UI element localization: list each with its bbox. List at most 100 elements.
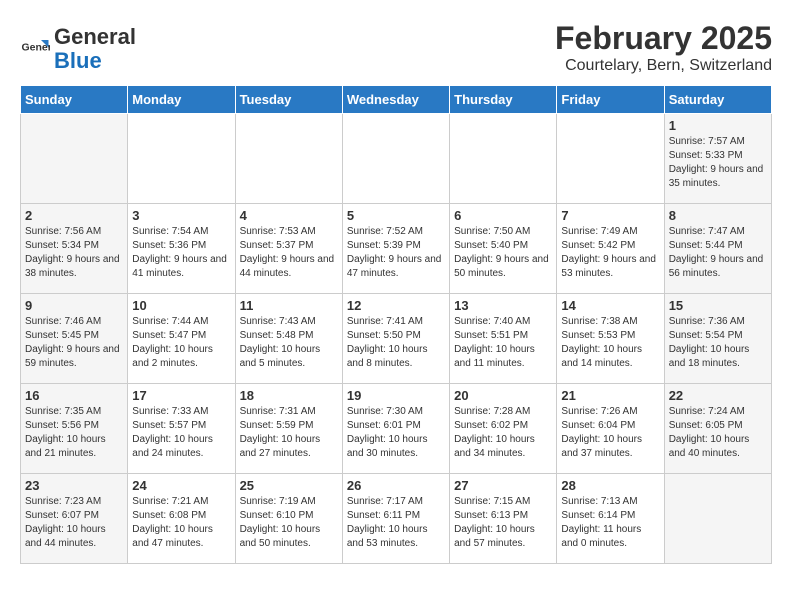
day-info: Sunrise: 7:35 AMSunset: 5:56 PMDaylight:…: [25, 405, 123, 461]
weekday-header-row: SundayMondayTuesdayWednesdayThursdayFrid…: [21, 86, 772, 114]
calendar-cell: 17 Sunrise: 7:33 AMSunset: 5:57 PMDayligh…: [128, 384, 235, 474]
day-info: Sunrise: 7:19 AMSunset: 6:10 PMDaylight:…: [240, 495, 338, 551]
day-number: 22: [669, 388, 767, 403]
location: Courtelary, Bern, Switzerland: [555, 57, 772, 75]
calendar-cell: 13Sunrise: 7:40 AMSunset: 5:51 PMDayligh…: [450, 294, 557, 384]
day-info: Sunrise: 7:24 AMSunset: 6:05 PMDaylight:…: [669, 405, 767, 461]
day-info: Sunrise: 7:23 AMSunset: 6:07 PMDaylight:…: [25, 495, 123, 551]
day-number: 6: [454, 208, 552, 223]
calendar-cell: 11 Sunrise: 7:43 AMSunset: 5:48 PMDayligh…: [235, 294, 342, 384]
weekday-header-wednesday: Wednesday: [342, 86, 449, 114]
weekday-header-monday: Monday: [128, 86, 235, 114]
day-number: 18: [240, 388, 338, 403]
day-number: 16: [25, 388, 123, 403]
calendar-cell: 12 Sunrise: 7:41 AMSunset: 5:50 PMDayligh…: [342, 294, 449, 384]
logo-text: GeneralBlue: [54, 25, 136, 73]
calendar-table: SundayMondayTuesdayWednesdayThursdayFrid…: [20, 85, 772, 564]
calendar-cell: [450, 114, 557, 204]
day-info: Sunrise: 7:56 AMSunset: 5:34 PMDaylight:…: [25, 225, 123, 281]
title-section: February 2025 Courtelary, Bern, Switzerl…: [555, 20, 772, 75]
calendar-week-3: 9Sunrise: 7:46 AMSunset: 5:45 PMDaylight…: [21, 294, 772, 384]
weekday-header-tuesday: Tuesday: [235, 86, 342, 114]
weekday-header-sunday: Sunday: [21, 86, 128, 114]
day-info: Sunrise: 7:13 AMSunset: 6:14 PMDaylight:…: [561, 495, 659, 551]
day-info: Sunrise: 7:31 AMSunset: 5:59 PMDaylight:…: [240, 405, 338, 461]
calendar-cell: 22 Sunrise: 7:24 AMSunset: 6:05 PMDayligh…: [664, 384, 771, 474]
logo: General GeneralBlue: [20, 25, 136, 73]
day-number: 4: [240, 208, 338, 223]
calendar-cell: 9Sunrise: 7:46 AMSunset: 5:45 PMDaylight…: [21, 294, 128, 384]
day-info: Sunrise: 7:36 AMSunset: 5:54 PMDaylight:…: [669, 315, 767, 371]
calendar-cell: 18 Sunrise: 7:31 AMSunset: 5:59 PMDayligh…: [235, 384, 342, 474]
day-info: Sunrise: 7:47 AMSunset: 5:44 PMDaylight:…: [669, 225, 767, 281]
day-number: 17: [132, 388, 230, 403]
calendar-cell: [235, 114, 342, 204]
calendar-cell: 7 Sunrise: 7:49 AMSunset: 5:42 PMDaylight…: [557, 204, 664, 294]
calendar-week-1: 1 Sunrise: 7:57 AMSunset: 5:33 PMDaylight…: [21, 114, 772, 204]
calendar-cell: 24 Sunrise: 7:21 AMSunset: 6:08 PMDayligh…: [128, 474, 235, 564]
header: General GeneralBlue February 2025 Courte…: [20, 20, 772, 75]
calendar-cell: 5 Sunrise: 7:52 AMSunset: 5:39 PMDaylight…: [342, 204, 449, 294]
day-info: Sunrise: 7:40 AMSunset: 5:51 PMDaylight:…: [454, 315, 552, 371]
calendar-cell: 26 Sunrise: 7:17 AMSunset: 6:11 PMDayligh…: [342, 474, 449, 564]
day-info: Sunrise: 7:43 AMSunset: 5:48 PMDaylight:…: [240, 315, 338, 371]
day-info: Sunrise: 7:33 AMSunset: 5:57 PMDaylight:…: [132, 405, 230, 461]
day-info: Sunrise: 7:28 AMSunset: 6:02 PMDaylight:…: [454, 405, 552, 461]
calendar-cell: 27Sunrise: 7:15 AMSunset: 6:13 PMDayligh…: [450, 474, 557, 564]
calendar-cell: 10 Sunrise: 7:44 AMSunset: 5:47 PMDayligh…: [128, 294, 235, 384]
day-info: Sunrise: 7:17 AMSunset: 6:11 PMDaylight:…: [347, 495, 445, 551]
day-number: 21: [561, 388, 659, 403]
calendar-cell: 1 Sunrise: 7:57 AMSunset: 5:33 PMDaylight…: [664, 114, 771, 204]
day-info: Sunrise: 7:53 AMSunset: 5:37 PMDaylight:…: [240, 225, 338, 281]
day-number: 19: [347, 388, 445, 403]
day-number: 26: [347, 478, 445, 493]
day-number: 23: [25, 478, 123, 493]
day-number: 11: [240, 298, 338, 313]
calendar-cell: 19 Sunrise: 7:30 AMSunset: 6:01 PMDayligh…: [342, 384, 449, 474]
calendar-cell: 3 Sunrise: 7:54 AMSunset: 5:36 PMDaylight…: [128, 204, 235, 294]
weekday-header-friday: Friday: [557, 86, 664, 114]
day-number: 7: [561, 208, 659, 223]
day-number: 1: [669, 118, 767, 133]
day-number: 24: [132, 478, 230, 493]
day-number: 12: [347, 298, 445, 313]
day-number: 10: [132, 298, 230, 313]
weekday-header-thursday: Thursday: [450, 86, 557, 114]
day-info: Sunrise: 7:21 AMSunset: 6:08 PMDaylight:…: [132, 495, 230, 551]
calendar-cell: 15 Sunrise: 7:36 AMSunset: 5:54 PMDayligh…: [664, 294, 771, 384]
calendar-cell: 14 Sunrise: 7:38 AMSunset: 5:53 PMDayligh…: [557, 294, 664, 384]
weekday-header-saturday: Saturday: [664, 86, 771, 114]
day-number: 28: [561, 478, 659, 493]
day-number: 15: [669, 298, 767, 313]
calendar-cell: [557, 114, 664, 204]
day-number: 5: [347, 208, 445, 223]
day-info: Sunrise: 7:38 AMSunset: 5:53 PMDaylight:…: [561, 315, 659, 371]
calendar-cell: 4 Sunrise: 7:53 AMSunset: 5:37 PMDaylight…: [235, 204, 342, 294]
calendar-cell: [664, 474, 771, 564]
day-number: 3: [132, 208, 230, 223]
day-info: Sunrise: 7:52 AMSunset: 5:39 PMDaylight:…: [347, 225, 445, 281]
calendar-cell: [128, 114, 235, 204]
calendar-cell: 16 Sunrise: 7:35 AMSunset: 5:56 PMDayligh…: [21, 384, 128, 474]
month-year: February 2025: [555, 20, 772, 57]
day-info: Sunrise: 7:41 AMSunset: 5:50 PMDaylight:…: [347, 315, 445, 371]
day-info: Sunrise: 7:30 AMSunset: 6:01 PMDaylight:…: [347, 405, 445, 461]
day-info: Sunrise: 7:44 AMSunset: 5:47 PMDaylight:…: [132, 315, 230, 371]
calendar-week-4: 16 Sunrise: 7:35 AMSunset: 5:56 PMDayligh…: [21, 384, 772, 474]
day-number: 20: [454, 388, 552, 403]
calendar-cell: 6Sunrise: 7:50 AMSunset: 5:40 PMDaylight…: [450, 204, 557, 294]
calendar-week-5: 23 Sunrise: 7:23 AMSunset: 6:07 PMDayligh…: [21, 474, 772, 564]
day-info: Sunrise: 7:49 AMSunset: 5:42 PMDaylight:…: [561, 225, 659, 281]
calendar-cell: [342, 114, 449, 204]
day-number: 14: [561, 298, 659, 313]
calendar-cell: 20 Sunrise: 7:28 AMSunset: 6:02 PMDayligh…: [450, 384, 557, 474]
logo-icon: General: [20, 34, 50, 64]
day-number: 8: [669, 208, 767, 223]
calendar-cell: 23 Sunrise: 7:23 AMSunset: 6:07 PMDayligh…: [21, 474, 128, 564]
day-info: Sunrise: 7:26 AMSunset: 6:04 PMDaylight:…: [561, 405, 659, 461]
calendar-cell: 2Sunrise: 7:56 AMSunset: 5:34 PMDaylight…: [21, 204, 128, 294]
day-info: Sunrise: 7:54 AMSunset: 5:36 PMDaylight:…: [132, 225, 230, 281]
calendar-week-2: 2Sunrise: 7:56 AMSunset: 5:34 PMDaylight…: [21, 204, 772, 294]
day-info: Sunrise: 7:57 AMSunset: 5:33 PMDaylight:…: [669, 135, 767, 191]
calendar-cell: [21, 114, 128, 204]
